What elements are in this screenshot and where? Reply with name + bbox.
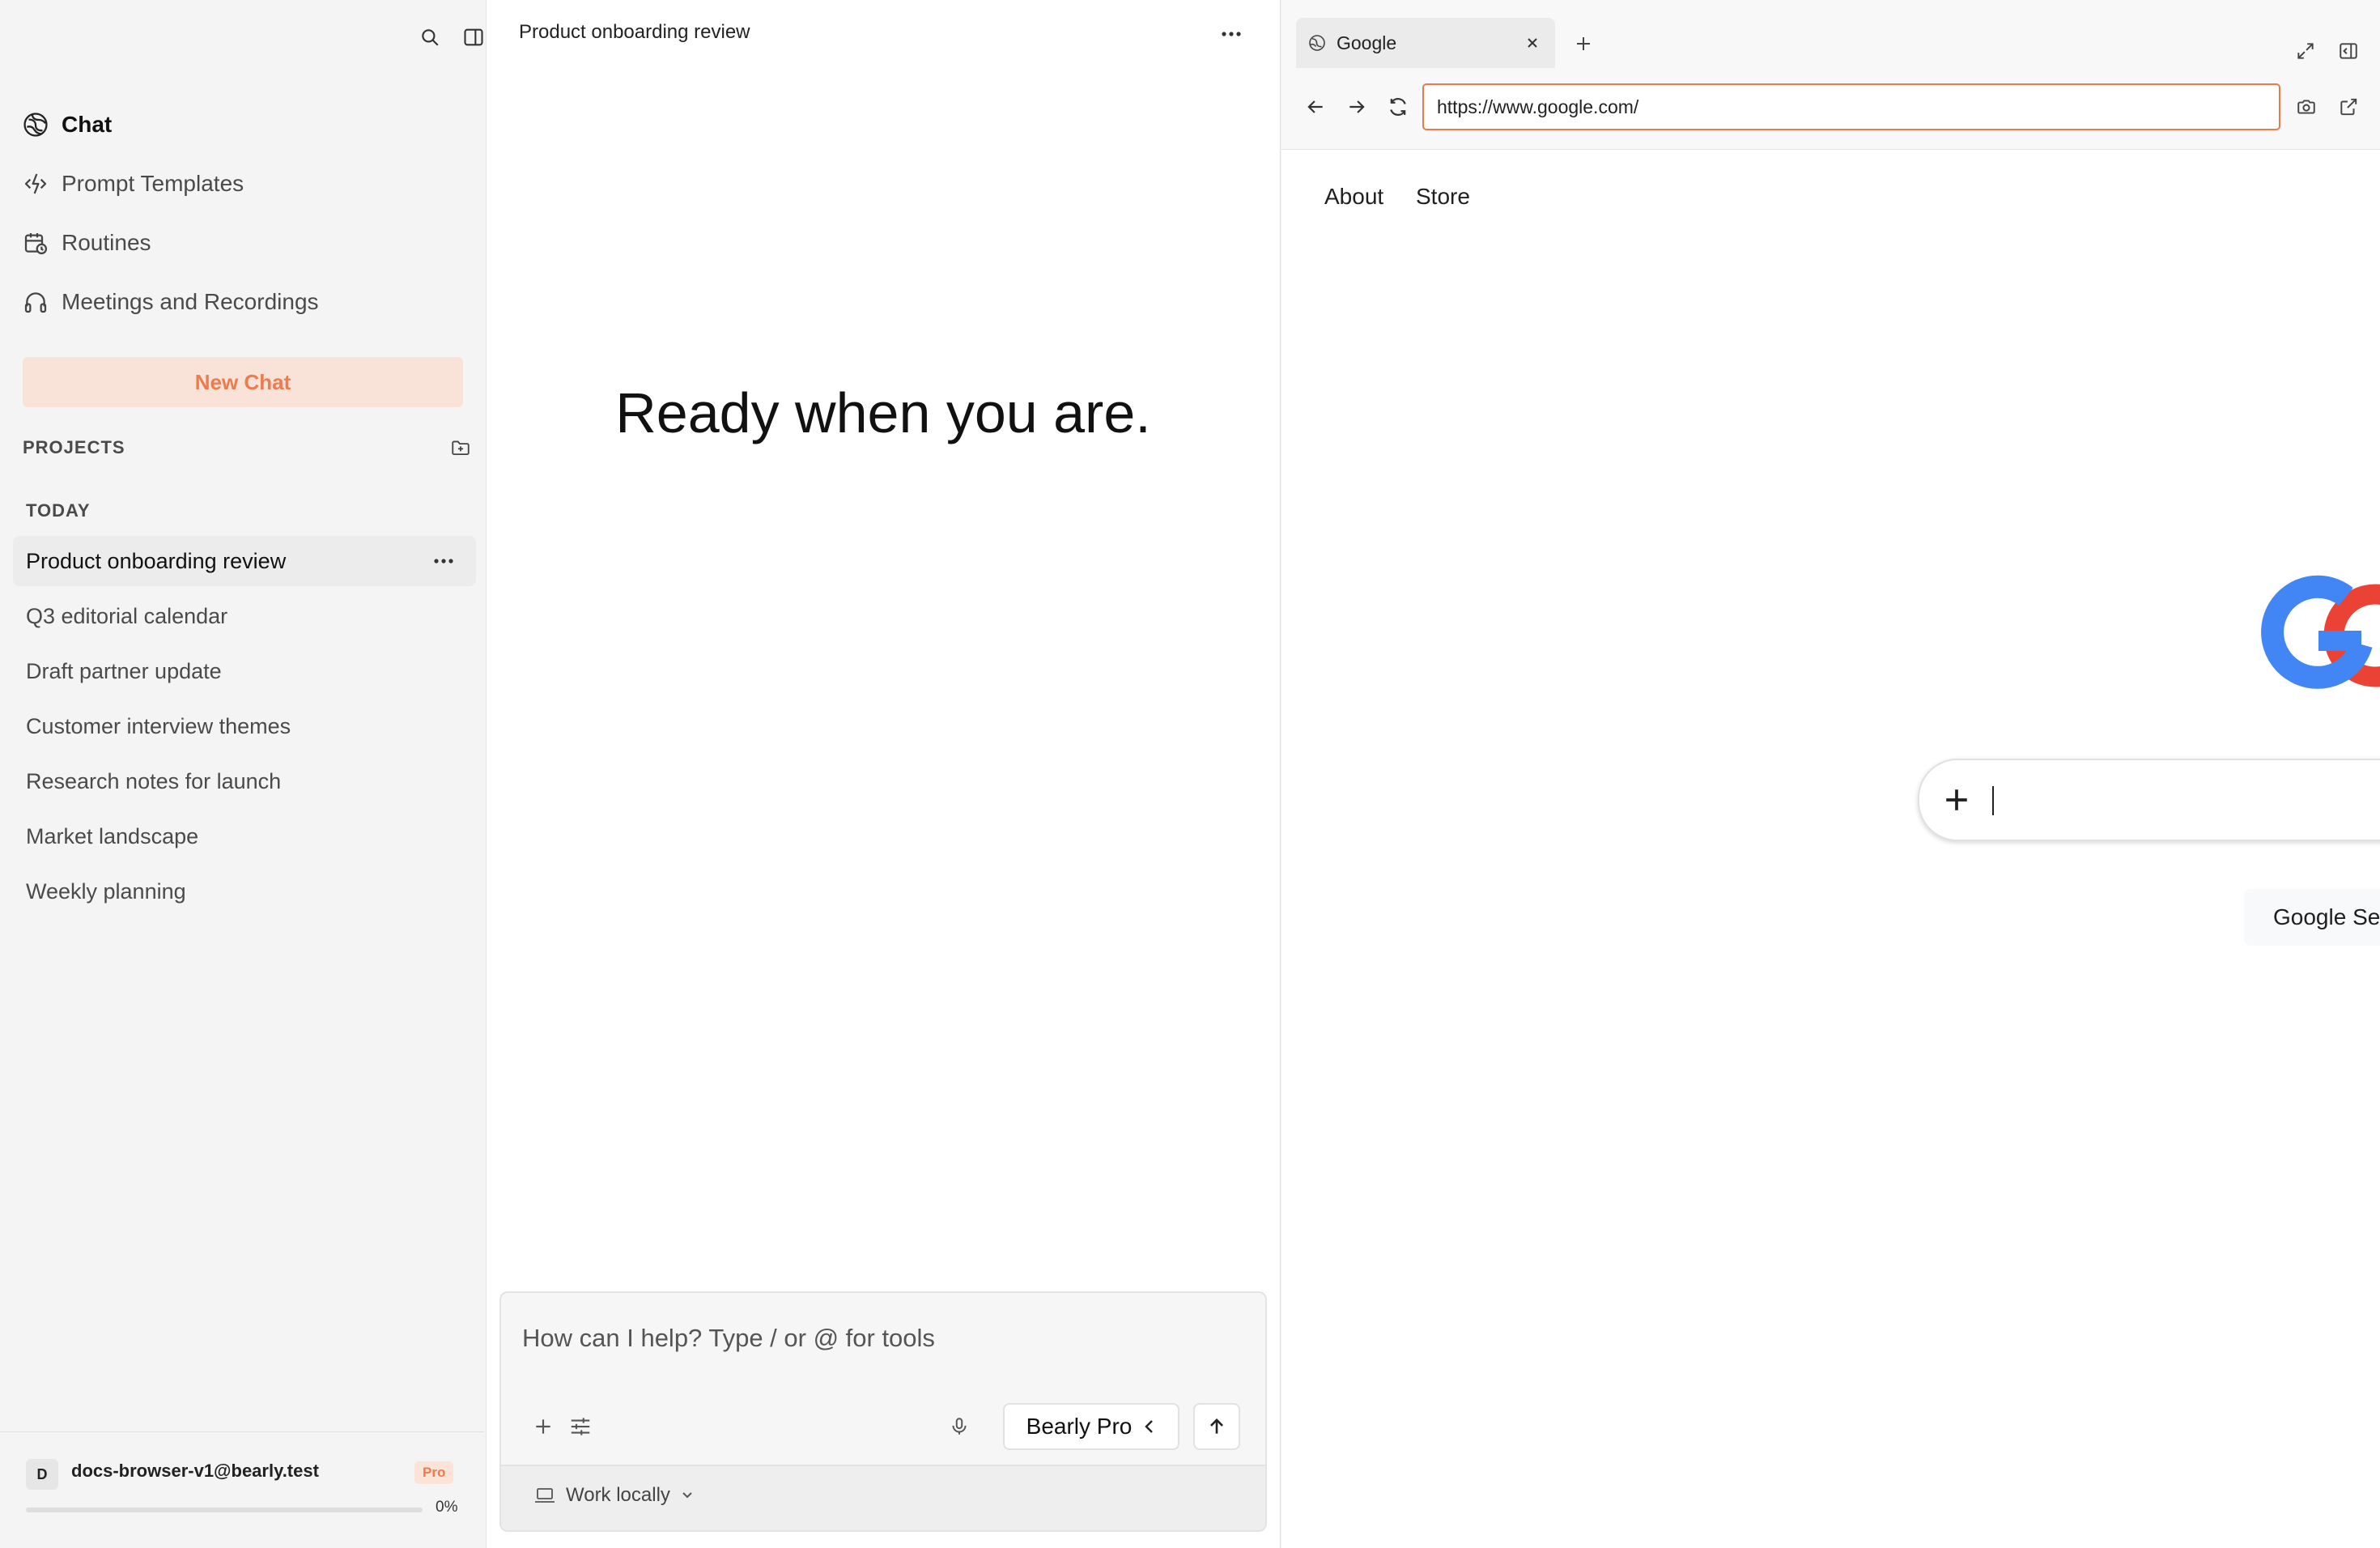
new-tab-icon[interactable] — [1566, 26, 1601, 62]
composer: Bearly Pro Work locally — [499, 1291, 1267, 1532]
usage-percentage: 0% — [436, 1499, 458, 1516]
expand-icon[interactable] — [2289, 35, 2322, 67]
browser-tab[interactable]: Google — [1296, 18, 1555, 68]
close-tab-icon[interactable] — [1518, 28, 1547, 57]
nav-prompt-templates[interactable]: Prompt Templates — [21, 169, 244, 198]
user-email[interactable]: docs-browser-v1@bearly.test — [71, 1461, 319, 1482]
send-button[interactable] — [1193, 1403, 1240, 1450]
model-label: Bearly Pro — [1026, 1414, 1133, 1439]
avatar[interactable]: D — [26, 1459, 58, 1490]
chat-panel: Product onboarding review Ready when you… — [486, 0, 1281, 1548]
usage-progress-bar — [26, 1508, 423, 1512]
prompt-templates-icon — [21, 169, 50, 198]
collapse-panel-icon[interactable] — [2332, 35, 2365, 67]
conversation-item[interactable]: Market landscape — [26, 824, 198, 849]
google-logo — [2247, 567, 2380, 704]
about-link[interactable]: About — [1324, 184, 1383, 210]
search-icon[interactable] — [414, 21, 446, 53]
toggle-sidebar-icon[interactable] — [457, 21, 490, 53]
camera-icon[interactable] — [2290, 91, 2323, 123]
plan-badge: Pro — [414, 1461, 454, 1484]
settings-sliders-icon[interactable] — [563, 1409, 598, 1444]
back-arrow-icon[interactable] — [1299, 91, 1332, 123]
message-input[interactable] — [521, 1317, 1236, 1359]
tab-strip: Google — [1281, 0, 2380, 74]
today-heading: TODAY — [26, 500, 91, 521]
new-folder-icon[interactable] — [444, 432, 477, 464]
browser-panel: Google About — [1281, 0, 2380, 1548]
sidebar-footer-divider — [0, 1431, 484, 1432]
nav-meetings-recordings[interactable]: Meetings and Recordings — [21, 287, 319, 317]
add-attachment-icon[interactable] — [525, 1409, 561, 1444]
chat-title: Product onboarding review — [519, 21, 750, 43]
nav-routines[interactable]: Routines — [21, 228, 151, 257]
empty-state-heading: Ready when you are. — [615, 381, 1151, 444]
conversation-item[interactable]: Customer interview themes — [26, 714, 291, 739]
forward-arrow-icon[interactable] — [1341, 91, 1373, 123]
nav-chat-label: Chat — [62, 112, 113, 137]
model-selector-button[interactable]: Bearly Pro — [1003, 1403, 1179, 1450]
conversation-item[interactable]: Weekly planning — [26, 879, 186, 904]
microphone-icon[interactable] — [941, 1409, 977, 1444]
browser-toolbar — [1281, 74, 2380, 150]
conversation-item[interactable]: Research notes for launch — [26, 769, 281, 794]
plus-icon[interactable] — [1937, 780, 1976, 819]
tab-title: Google — [1337, 32, 1397, 53]
open-external-icon[interactable] — [2332, 91, 2365, 123]
google-search-button[interactable]: Google Se — [2244, 889, 2380, 946]
laptop-icon — [533, 1486, 556, 1505]
headphones-icon — [21, 287, 50, 317]
text-cursor — [1992, 786, 1994, 815]
chevron-down-icon — [680, 1490, 695, 1501]
chevron-left-icon — [1143, 1418, 1156, 1435]
conversation-item[interactable]: Q3 editorial calendar — [26, 604, 227, 629]
nav-prompt-templates-label: Prompt Templates — [62, 171, 244, 196]
globe-icon — [1307, 33, 1327, 53]
conversation-item[interactable]: Draft partner update — [26, 659, 222, 684]
store-link[interactable]: Store — [1416, 184, 1470, 210]
work-mode-selector[interactable]: Work locally — [533, 1484, 695, 1507]
conversation-more-icon[interactable] — [427, 545, 460, 577]
conversation-item[interactable]: Product onboarding review — [26, 549, 286, 574]
chat-logo-icon — [21, 110, 50, 139]
arrow-up-icon — [1206, 1416, 1227, 1437]
chat-more-icon[interactable] — [1215, 18, 1247, 50]
projects-heading: PROJECTS — [23, 437, 125, 457]
address-bar[interactable] — [1422, 83, 2280, 130]
work-mode-label: Work locally — [566, 1484, 670, 1506]
google-search-box[interactable] — [1918, 759, 2380, 841]
nav-meetings-recordings-label: Meetings and Recordings — [62, 289, 319, 314]
nav-routines-label: Routines — [62, 230, 151, 255]
sidebar: Chat Prompt Templates Routines Meetings … — [0, 0, 484, 1548]
calendar-clock-icon — [21, 228, 50, 257]
reload-icon[interactable] — [1382, 91, 1414, 123]
web-page: About Store Google Se — [1281, 150, 2380, 1548]
nav-chat[interactable]: Chat — [21, 110, 112, 139]
new-chat-button[interactable]: New Chat — [23, 357, 463, 407]
composer-footer: Work locally — [501, 1465, 1265, 1530]
